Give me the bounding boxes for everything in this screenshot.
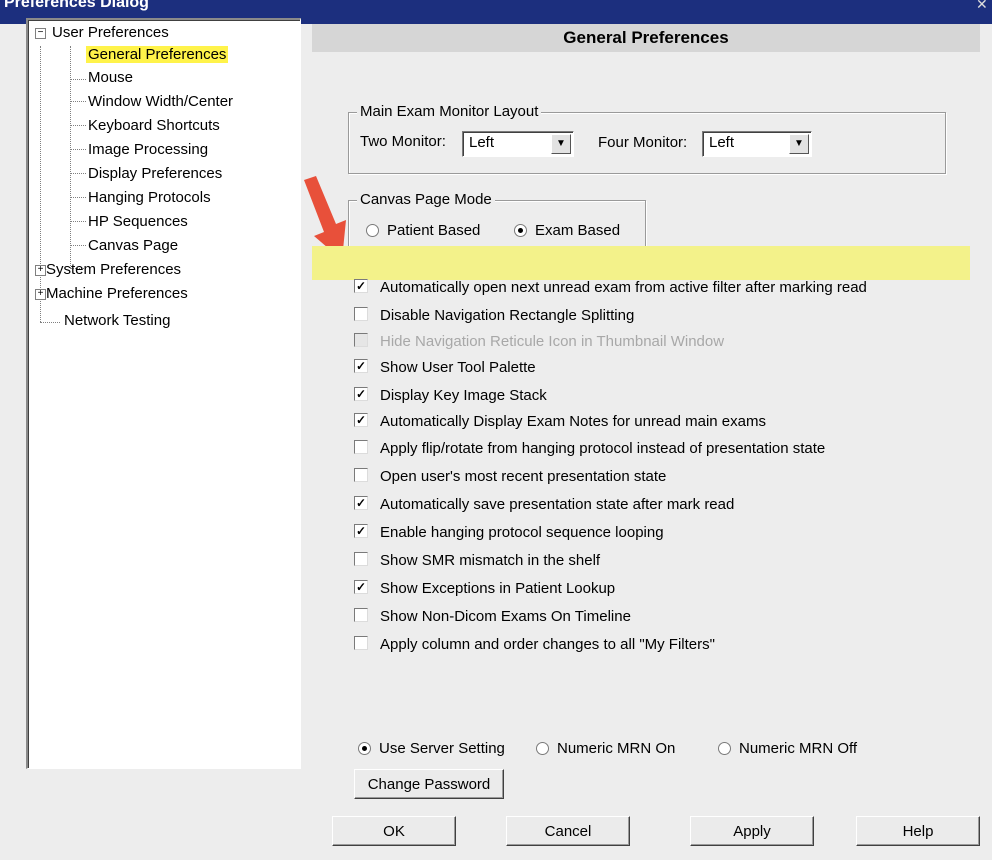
- tree-connector: [70, 245, 86, 246]
- monitor-layout-legend: Main Exam Monitor Layout: [357, 103, 542, 121]
- help-button[interactable]: Help: [856, 816, 980, 846]
- canvas-mode-legend: Canvas Page Mode: [357, 191, 495, 209]
- tree-connector: [70, 101, 86, 102]
- chevron-down-icon[interactable]: ▼: [551, 134, 571, 154]
- two-monitor-label: Two Monitor:: [360, 133, 446, 150]
- tree-connector: [70, 79, 86, 80]
- checkbox-disabled-icon: [354, 333, 368, 348]
- checkbox-unchecked-icon: [354, 636, 368, 651]
- checkbox-hide-nav-reticule: Hide Navigation Reticule Icon in Thumbna…: [354, 330, 724, 354]
- checkbox-checked-icon: [354, 496, 368, 511]
- cancel-button[interactable]: Cancel: [506, 816, 630, 846]
- checkbox-open-recent-presentation[interactable]: Open user's most recent presentation sta…: [354, 465, 666, 489]
- highlight-band: [312, 246, 970, 280]
- checkbox-unchecked-icon: [354, 608, 368, 623]
- tree-item-window-width-center[interactable]: Window Width/Center: [86, 91, 235, 113]
- ok-button[interactable]: OK: [332, 816, 456, 846]
- close-icon[interactable]: ✕: [976, 0, 990, 12]
- tree-item-hp-sequences[interactable]: HP Sequences: [86, 211, 190, 233]
- tree-item-machine-preferences[interactable]: Machine Preferences: [44, 283, 190, 305]
- checkbox-auto-open-next-unread[interactable]: Automatically open next unread exam from…: [354, 276, 867, 300]
- tree-item-hanging-protocols[interactable]: Hanging Protocols: [86, 187, 213, 209]
- radio-unselected-icon: [536, 741, 549, 755]
- tree-connector: [40, 46, 41, 322]
- tree-connector: [70, 125, 86, 126]
- checkbox-show-exceptions[interactable]: Show Exceptions in Patient Lookup: [354, 577, 615, 601]
- tree-connector: [70, 221, 86, 222]
- checkbox-checked-icon: [354, 413, 368, 428]
- tree-item-canvas-page[interactable]: Canvas Page: [86, 235, 180, 257]
- tree-item-user-preferences[interactable]: User Preferences: [50, 22, 171, 44]
- checkbox-display-key-image-stack[interactable]: Display Key Image Stack: [354, 384, 547, 408]
- checkbox-unchecked-icon: [354, 468, 368, 483]
- radio-unselected-icon: [718, 741, 731, 755]
- checkbox-apply-flip-rotate[interactable]: Apply flip/rotate from hanging protocol …: [354, 437, 825, 461]
- checkbox-hp-sequence-looping[interactable]: Enable hanging protocol sequence looping: [354, 521, 664, 545]
- use-server-setting-radio[interactable]: Use Server Setting: [358, 739, 505, 759]
- radio-unselected-icon: [366, 223, 379, 237]
- numeric-mrn-off-radio[interactable]: Numeric MRN Off: [718, 739, 857, 759]
- apply-button[interactable]: Apply: [690, 816, 814, 846]
- tree-connector: [70, 197, 86, 198]
- tree-item-image-processing[interactable]: Image Processing: [86, 139, 210, 161]
- checkbox-unchecked-icon: [354, 552, 368, 567]
- checkbox-unchecked-icon: [354, 307, 368, 322]
- chevron-down-icon[interactable]: ▼: [789, 134, 809, 154]
- checkbox-checked-icon: [354, 580, 368, 595]
- tree-connector: [70, 149, 86, 150]
- tree-connector: [40, 322, 60, 323]
- change-password-button[interactable]: Change Password: [354, 769, 504, 799]
- panel-header: General Preferences: [312, 24, 980, 52]
- checkbox-checked-icon: [354, 359, 368, 374]
- checkbox-show-user-tool-palette[interactable]: Show User Tool Palette: [354, 356, 536, 380]
- tree-item-keyboard-shortcuts[interactable]: Keyboard Shortcuts: [86, 115, 222, 137]
- exam-based-radio[interactable]: Exam Based: [514, 221, 620, 241]
- checkbox-checked-icon: [354, 387, 368, 402]
- two-monitor-select[interactable]: Left ▼: [462, 131, 574, 157]
- checkbox-auto-save-presentation[interactable]: Automatically save presentation state af…: [354, 493, 734, 517]
- tree-item-system-preferences[interactable]: System Preferences: [44, 259, 183, 281]
- checkbox-auto-display-exam-notes[interactable]: Automatically Display Exam Notes for unr…: [354, 410, 766, 434]
- tree-item-mouse[interactable]: Mouse: [86, 67, 135, 89]
- tree-item-general-preferences[interactable]: General Preferences: [86, 44, 229, 66]
- tree-item-network-testing[interactable]: Network Testing: [62, 310, 172, 332]
- preferences-tree[interactable]: − User Preferences General Preferences M…: [26, 18, 301, 769]
- radio-selected-icon: [514, 223, 527, 237]
- patient-based-radio[interactable]: Patient Based: [366, 221, 480, 241]
- tree-item-display-preferences[interactable]: Display Preferences: [86, 163, 224, 185]
- checkbox-non-dicom-timeline[interactable]: Show Non-Dicom Exams On Timeline: [354, 605, 631, 629]
- numeric-mrn-on-radio[interactable]: Numeric MRN On: [536, 739, 675, 759]
- checkbox-unchecked-icon: [354, 440, 368, 455]
- checkbox-apply-my-filters[interactable]: Apply column and order changes to all "M…: [354, 633, 715, 657]
- checkbox-disable-nav-rect-splitting[interactable]: Disable Navigation Rectangle Splitting: [354, 304, 634, 328]
- window-title: Preferences Dialog: [4, 0, 149, 11]
- checkbox-checked-icon: [354, 279, 368, 294]
- four-monitor-select[interactable]: Left ▼: [702, 131, 812, 157]
- tree-connector: [70, 173, 86, 174]
- checkbox-smr-mismatch[interactable]: Show SMR mismatch in the shelf: [354, 549, 600, 573]
- collapse-icon[interactable]: −: [35, 28, 46, 39]
- radio-selected-icon: [358, 741, 371, 755]
- checkbox-checked-icon: [354, 524, 368, 539]
- four-monitor-label: Four Monitor:: [598, 134, 688, 151]
